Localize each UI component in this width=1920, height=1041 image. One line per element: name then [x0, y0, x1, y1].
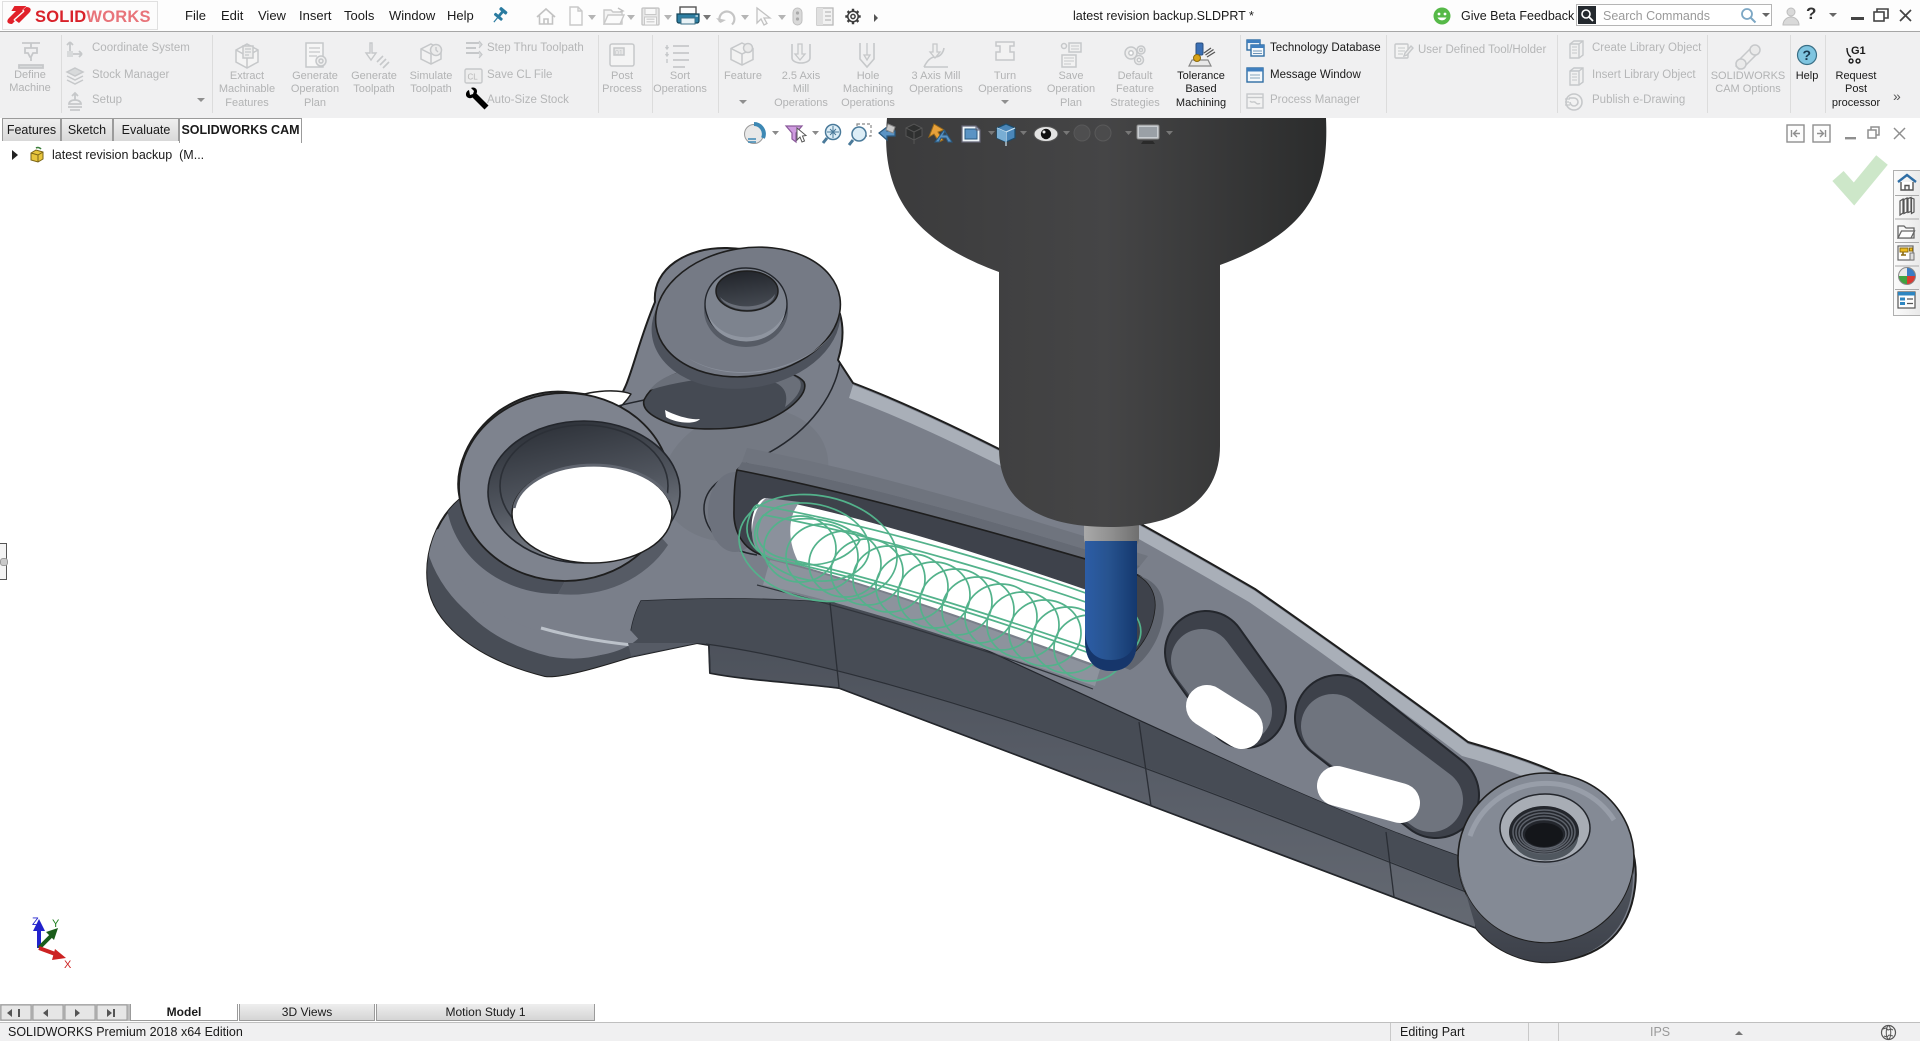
- svg-text:?: ?: [1803, 47, 1812, 63]
- svg-text:Y: Y: [52, 918, 60, 930]
- svg-text:X: X: [64, 959, 72, 971]
- svg-text:01: 01: [615, 50, 623, 57]
- svg-text:SOLIDWORKS: SOLIDWORKS: [35, 8, 151, 26]
- svg-text:CL: CL: [468, 73, 479, 82]
- svg-text:Z: Z: [32, 916, 39, 928]
- svg-text:G1: G1: [1851, 45, 1866, 57]
